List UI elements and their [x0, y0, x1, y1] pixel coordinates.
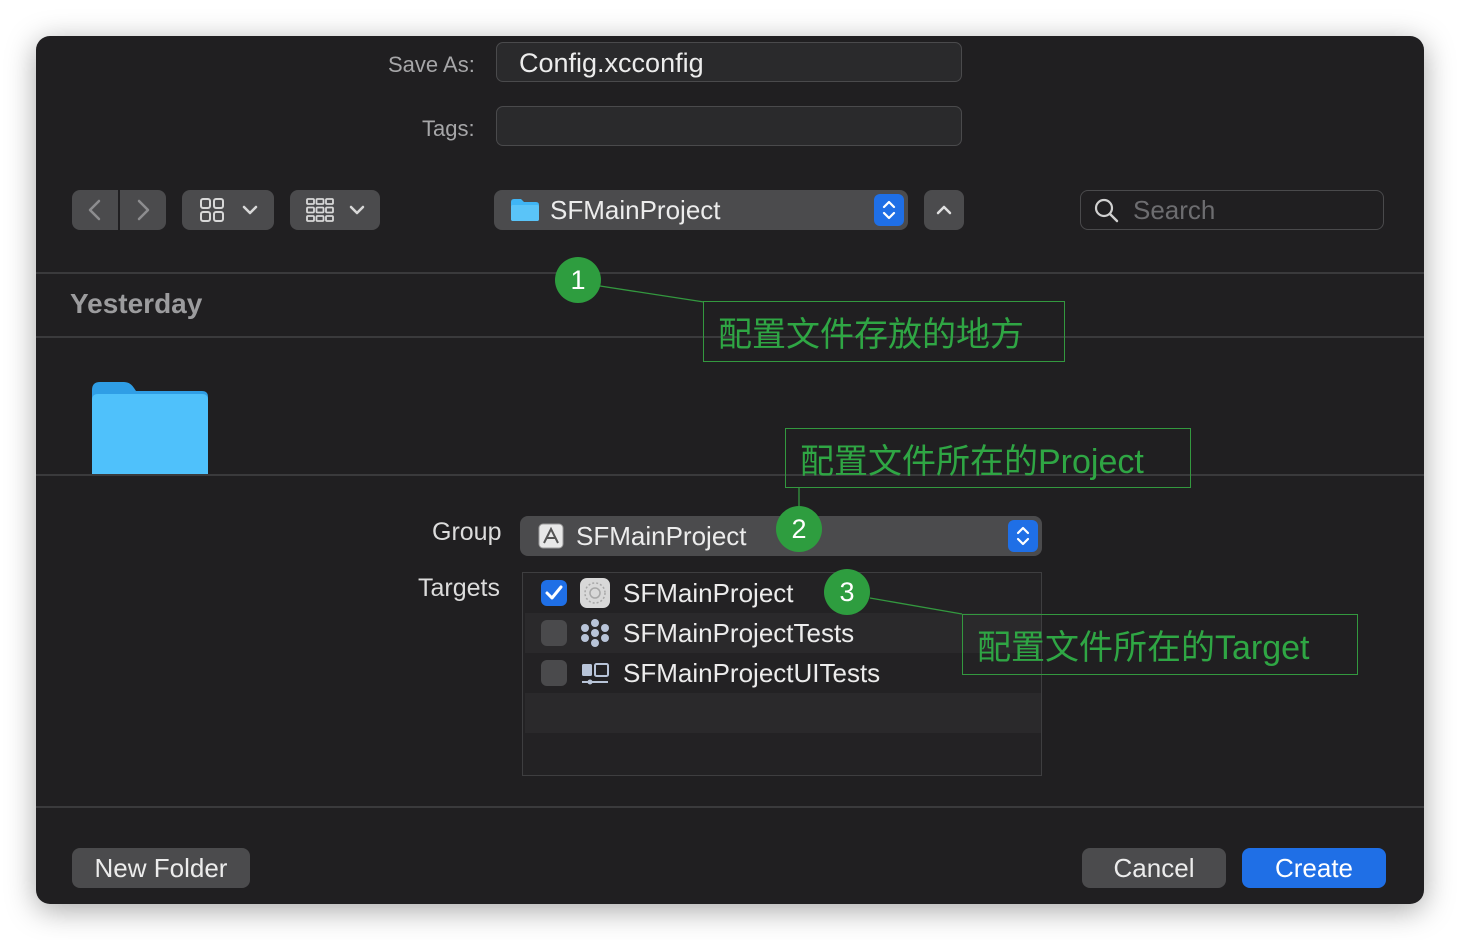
annotation-connector-lines [599, 285, 963, 615]
annotation-label-1: 配置文件存放的地方 [703, 301, 1065, 362]
annotation-marker-3: 3 [824, 569, 870, 615]
annotation-label-3: 配置文件所在的Target [962, 614, 1358, 675]
annotation-label-2: 配置文件所在的Project [785, 428, 1191, 488]
annotation-marker-2: 2 [776, 506, 822, 552]
annotation-marker-1: 1 [555, 257, 601, 303]
